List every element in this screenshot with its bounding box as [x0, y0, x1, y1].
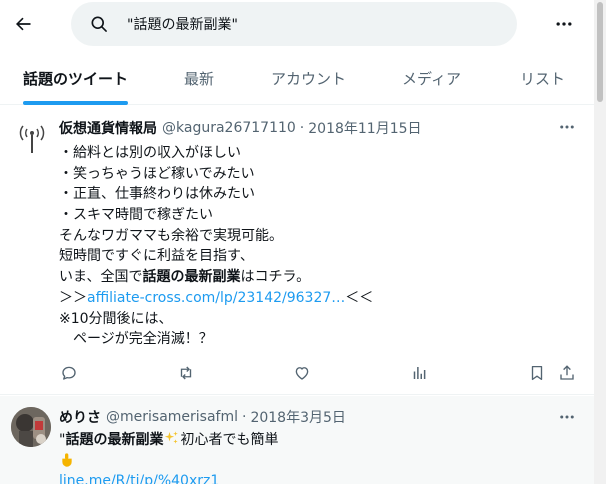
search-tabs: 話題のツイート 最新 アカウント メディア リスト — [0, 52, 606, 105]
more-horizontal-icon — [556, 22, 572, 26]
tweet-line: ・笑っちゃうほど稼いでみたい — [59, 165, 255, 182]
text-segment: 初心者でも簡単 — [180, 432, 279, 448]
more-horizontal-icon — [560, 125, 574, 129]
search-box[interactable] — [71, 2, 517, 46]
tweet-line: ・スキマ時間で稼ぎたい — [59, 207, 213, 224]
reply-icon — [62, 366, 76, 380]
share-button[interactable] — [555, 361, 579, 385]
display-name[interactable]: めりさ — [59, 407, 101, 427]
tweet-line: そんなワガママも余裕で実現可能。 — [59, 227, 283, 244]
tab-media[interactable]: メディア — [402, 52, 461, 104]
text-segment: はコチラ。 — [240, 269, 311, 286]
tweet-line: ページが完全消滅！？ — [59, 331, 213, 348]
tweet[interactable]: 仮想通貨情報局 @kagura26717110 · 2018年11月15日 ・給… — [0, 105, 606, 395]
reply-button[interactable] — [57, 361, 81, 385]
tweet-line: line.me/R/ti/p/%40xrz1 — [59, 471, 579, 484]
tweet-date[interactable]: 2018年11月15日 — [308, 118, 421, 138]
tweet-line: 短時間ですぐに利益を目指す、 — [59, 248, 254, 265]
arrow-left-icon — [16, 17, 31, 31]
views-button[interactable] — [407, 361, 431, 385]
sparkles-emoji — [165, 431, 179, 444]
tweet-more-button[interactable] — [554, 407, 580, 427]
tab-lists[interactable]: リスト — [520, 52, 565, 104]
tweet-header: 仮想通貨情報局 @kagura26717110 · 2018年11月15日 — [59, 118, 422, 138]
user-handle[interactable]: @kagura26717110 — [162, 120, 296, 136]
highlighted-keyword: 話題の最新副業 — [65, 432, 164, 448]
tweet-link[interactable]: line.me/R/ti/p/%40xrz1 — [59, 473, 219, 484]
tab-top[interactable]: 話題のツイート — [23, 52, 128, 104]
scrollbar-thumb[interactable] — [597, 2, 603, 102]
tweet-link[interactable]: affiliate-cross.com/lp/23142/96327… — [87, 290, 345, 306]
text-segment: ＜＜ — [345, 289, 374, 306]
tweet-date[interactable]: 2018年3月5日 — [250, 407, 345, 427]
point-down-emoji — [62, 453, 72, 467]
tab-latest[interactable]: 最新 — [184, 52, 214, 104]
bookmark-icon — [531, 365, 543, 381]
text-segment: ＞＞ — [59, 289, 87, 306]
antenna-icon — [19, 125, 45, 153]
retweet-icon — [180, 366, 192, 380]
search-icon — [91, 16, 107, 32]
top-bar — [0, 0, 606, 52]
tweet-more-button[interactable] — [554, 117, 580, 137]
bookmark-button[interactable] — [525, 361, 549, 385]
tweet-line: "話題の最新副業 初心者でも簡単 — [59, 430, 579, 451]
tweet-line: ・正直、仕事終わりは休みたい — [59, 186, 255, 203]
retweet-button[interactable] — [174, 361, 198, 385]
like-button[interactable] — [290, 361, 314, 385]
text-segment: いま、全国で — [59, 269, 143, 286]
tweet-line: ※10分間後には、 — [59, 310, 173, 327]
tweet-line: ・給料とは別の収入がほしい — [59, 145, 241, 161]
analytics-icon — [413, 367, 426, 379]
tweet-line: ＞＞affiliate-cross.com/lp/23142/96327…＜＜ — [59, 288, 579, 309]
share-icon — [560, 365, 574, 380]
avatar[interactable] — [11, 407, 51, 447]
meta-separator: · — [242, 409, 247, 425]
avatar-image — [11, 407, 51, 447]
tweet-line — [59, 451, 579, 472]
back-button[interactable] — [8, 9, 38, 39]
meta-separator: · — [299, 120, 305, 136]
highlighted-keyword: 話題の最新副業 — [142, 269, 241, 286]
tweet-header: めりさ @merisamerisafml · 2018年3月5日 — [59, 407, 346, 427]
heart-icon — [295, 367, 309, 380]
tweet-text: ・給料とは別の収入がほしい ・笑っちゃうほど稼いでみたい ・正直、仕事終わりは休… — [59, 143, 579, 350]
tweet-actions — [0, 361, 606, 385]
more-horizontal-icon — [560, 415, 574, 419]
user-handle[interactable]: @merisamerisafml — [106, 409, 238, 425]
tweet-text: "話題の最新副業 初心者でも簡単 line.me/R/ti/p/%40xrz1 — [59, 430, 579, 484]
more-options-button[interactable] — [550, 10, 578, 38]
tab-people[interactable]: アカウント — [271, 52, 346, 104]
display-name[interactable]: 仮想通貨情報局 — [59, 118, 157, 138]
tweet-line: いま、全国で話題の最新副業はコチラ。 — [59, 267, 579, 288]
avatar[interactable] — [12, 117, 52, 157]
tweet[interactable]: めりさ @merisamerisafml · 2018年3月5日 "話題の最新副… — [0, 396, 606, 484]
search-input[interactable] — [127, 2, 497, 46]
